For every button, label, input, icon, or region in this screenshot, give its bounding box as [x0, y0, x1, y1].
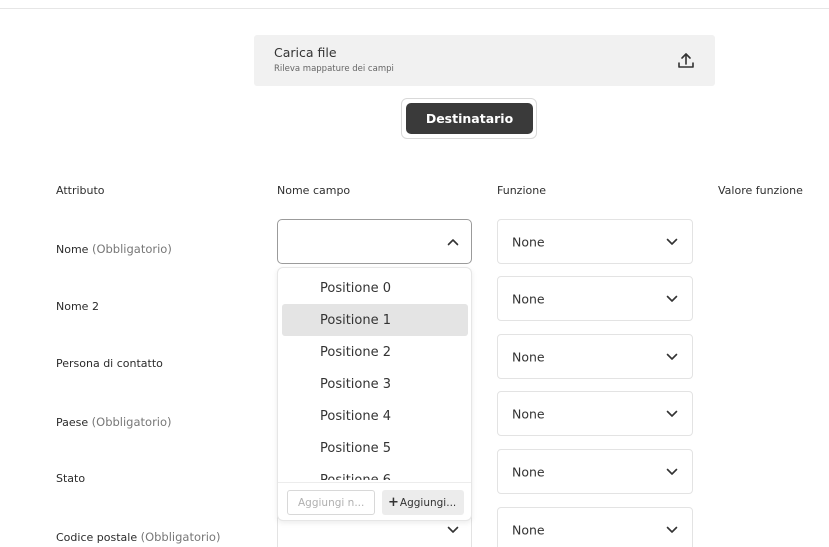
function-value: None — [512, 522, 545, 537]
function-select-paese[interactable]: None — [497, 391, 693, 436]
upload-subtitle: Rileva mappature dei campi — [274, 64, 394, 74]
function-select-nome-2[interactable]: None — [497, 276, 693, 321]
dropdown-divider — [278, 482, 471, 483]
recipient-toggle-group: Destinatario — [401, 98, 537, 139]
plus-icon: + — [388, 495, 399, 510]
recipient-toggle-button[interactable]: Destinatario — [406, 103, 533, 134]
function-value: None — [512, 349, 545, 364]
attribute-label-stato: Stato — [56, 472, 85, 485]
required-tag: (Obbligatorio) — [91, 242, 172, 256]
field-name-select-nome[interactable] — [277, 219, 472, 264]
function-select-nome[interactable]: None — [497, 219, 693, 264]
attribute-name: Codice postale — [56, 531, 138, 544]
dropdown-option[interactable]: Positione 2 — [282, 336, 468, 368]
attribute-label-codice-postale: Codice postale (Obbligatorio) — [56, 530, 220, 544]
required-tag: (Obbligatorio) — [140, 530, 221, 544]
dropdown-option-partial[interactable]: Positione 6 — [282, 464, 468, 481]
top-divider — [0, 8, 829, 9]
attribute-label-nome-2: Nome 2 — [56, 300, 99, 313]
attribute-label-paese: Paese (Obbligatorio) — [56, 415, 172, 429]
chevron-down-icon — [666, 526, 678, 533]
function-select-stato[interactable]: None — [497, 449, 693, 494]
column-header-field-name: Nome campo — [277, 184, 351, 197]
function-value: None — [512, 291, 545, 306]
chevron-down-icon — [447, 526, 459, 533]
dropdown-option[interactable]: Positione 5 — [282, 432, 468, 464]
column-header-function-value: Valore funzione — [718, 184, 803, 197]
chevron-up-icon — [447, 239, 459, 246]
dropdown-option-highlighted[interactable]: Positione 1 — [282, 304, 468, 336]
attribute-name: Persona di contatto — [56, 357, 163, 370]
chevron-down-icon — [666, 468, 678, 475]
function-select-persona-di-contatto[interactable]: None — [497, 334, 693, 379]
upload-file-card[interactable]: Carica file Rileva mappature dei campi — [254, 35, 715, 86]
attribute-name: Nome — [56, 243, 89, 256]
chevron-down-icon — [666, 295, 678, 302]
function-select-codice-postale[interactable]: None — [497, 507, 693, 547]
function-value: None — [512, 234, 545, 249]
column-header-function: Funzione — [497, 184, 546, 197]
dropdown-option[interactable]: Positione 0 — [282, 272, 468, 304]
chevron-down-icon — [666, 410, 678, 417]
dropdown-option[interactable]: Positione 4 — [282, 400, 468, 432]
chevron-down-icon — [666, 353, 678, 360]
dropdown-option-list[interactable]: Positione 0 Positione 1 Positione 2 Posi… — [278, 270, 471, 480]
attribute-name: Paese — [56, 416, 89, 429]
attribute-name: Nome 2 — [56, 300, 99, 313]
upload-title: Carica file — [274, 45, 337, 60]
add-option-label: Aggiungi... — [399, 496, 457, 509]
function-value: None — [512, 406, 545, 421]
attribute-label-nome: Nome (Obbligatorio) — [56, 242, 172, 256]
attribute-label-persona-di-contatto: Persona di contatto — [56, 357, 163, 370]
upload-icon[interactable] — [676, 51, 696, 71]
dropdown-option[interactable]: Positione 3 — [282, 368, 468, 400]
add-option-input[interactable]: Aggiungi n... — [287, 490, 375, 515]
chevron-down-icon — [666, 238, 678, 245]
function-value: None — [512, 464, 545, 479]
column-header-attribute: Attributo — [56, 184, 105, 197]
attribute-name: Stato — [56, 472, 86, 485]
field-name-dropdown-menu: Positione 0 Positione 1 Positione 2 Posi… — [277, 267, 472, 521]
add-option-button[interactable]: + Aggiungi... — [382, 490, 464, 515]
required-tag: (Obbligatorio) — [91, 415, 172, 429]
